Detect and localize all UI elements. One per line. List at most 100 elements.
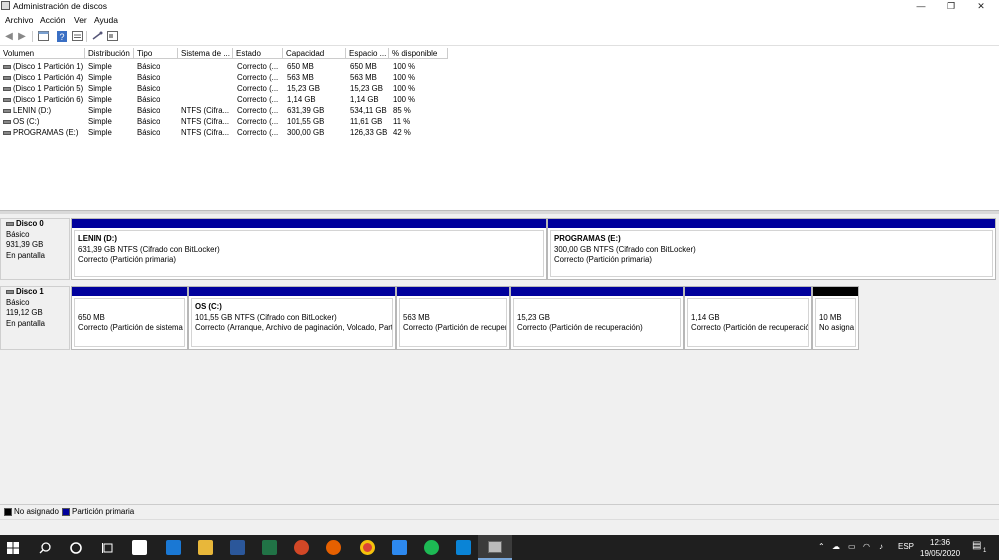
forward-icon[interactable]: ▶: [16, 30, 28, 42]
primary-partition-bar: [397, 287, 509, 296]
clock-date[interactable]: 19/05/2020: [920, 549, 960, 558]
onedrive-icon[interactable]: ☁: [832, 542, 840, 551]
partition-os-c[interactable]: OS (C:) 101,55 GB NTFS (Cifrado con BitL…: [188, 286, 396, 350]
volume-icon[interactable]: ♪: [879, 542, 883, 551]
list-view-icon[interactable]: [71, 30, 83, 42]
column-header-tipo[interactable]: Tipo: [134, 48, 178, 59]
network-icon[interactable]: ◠: [863, 542, 870, 551]
show-hidden-icons-icon[interactable]: ⌃: [818, 542, 825, 551]
cell-distribucion: Simple: [88, 106, 112, 115]
volume-name: OS (C:): [13, 117, 40, 126]
language-indicator[interactable]: ESP: [898, 542, 914, 551]
drive-icon: [3, 64, 11, 69]
menu-ayuda[interactable]: Ayuda: [94, 15, 118, 25]
column-header-espacio[interactable]: Espacio ...: [346, 48, 389, 59]
legend-primary-swatch: [62, 508, 70, 516]
windows-start-icon[interactable]: [2, 538, 24, 557]
word-icon[interactable]: [230, 540, 245, 555]
window-title: Administración de discos: [13, 1, 108, 11]
close-button[interactable]: ✕: [966, 0, 996, 13]
menu-ver[interactable]: Ver: [74, 15, 87, 25]
minimize-button[interactable]: —: [906, 0, 936, 13]
primary-partition-bar: [548, 219, 995, 228]
connect-icon[interactable]: [91, 30, 103, 42]
back-icon[interactable]: ◀: [3, 30, 15, 42]
cell-estado: Correcto (...: [237, 128, 279, 137]
volume-name: (Disco 1 Partición 6): [13, 95, 84, 104]
cell-espacio: 15,23 GB: [350, 84, 383, 93]
legend-primary-label: Partición primaria: [72, 507, 135, 516]
cell-distribucion: Simple: [88, 73, 112, 82]
clock-time[interactable]: 12:36: [930, 538, 950, 547]
column-header-sistema[interactable]: Sistema de ...: [178, 48, 233, 59]
spotify-icon[interactable]: [424, 540, 439, 555]
cell-distribucion: Simple: [88, 117, 112, 126]
properties-icon[interactable]: [37, 30, 49, 42]
cell-sistema: [181, 83, 231, 94]
search-icon[interactable]: [34, 538, 56, 557]
cell-disponible: 100 %: [393, 62, 416, 71]
toolbar-separator: [32, 31, 33, 42]
partition-disk1-1[interactable]: 650 MB Correcto (Partición de sistema: [71, 286, 188, 350]
help-icon[interactable]: ?: [56, 30, 68, 42]
column-header-volumen[interactable]: Volumen: [0, 48, 85, 59]
cell-tipo: Básico: [137, 106, 161, 115]
table-row[interactable]: (Disco 1 Partición 4) Simple Básico Corr…: [0, 72, 999, 83]
partition-size: 300,00 GB NTFS (Cifrado con BitLocker): [554, 244, 696, 254]
table-row[interactable]: (Disco 1 Partición 5) Simple Básico Corr…: [0, 83, 999, 94]
primary-partition-bar: [189, 287, 395, 296]
battery-icon[interactable]: ▭: [848, 542, 856, 551]
excel-icon[interactable]: [262, 540, 277, 555]
cell-estado: Correcto (...: [237, 73, 279, 82]
mail-icon[interactable]: [166, 540, 181, 555]
firefox-icon[interactable]: [326, 540, 341, 555]
partition-disk1-5[interactable]: 15,23 GB Correcto (Partición de recupera…: [510, 286, 684, 350]
chrome-icon[interactable]: [360, 540, 375, 555]
partition-details: 1,14 GB Correcto (Partición de recuperac…: [687, 298, 809, 347]
drive-icon: [3, 119, 11, 124]
table-row[interactable]: (Disco 1 Partición 6) Simple Básico Corr…: [0, 94, 999, 105]
microsoft-store-icon[interactable]: [132, 540, 147, 555]
app-icon[interactable]: [456, 540, 471, 555]
volume-name: PROGRAMAS (E:): [13, 128, 79, 137]
disk-0-name-row: Disco 0: [6, 219, 69, 230]
restore-button[interactable]: ❐: [936, 0, 966, 13]
partition-status: Correcto (Partición primaria): [78, 255, 176, 264]
table-row[interactable]: OS (C:) Simple Básico NTFS (Cifra... Cor…: [0, 116, 999, 127]
partition-disk1-6[interactable]: 1,14 GB Correcto (Partición de recuperac…: [684, 286, 812, 350]
unallocated-space[interactable]: 10 MB No asigna: [812, 286, 859, 350]
notifications-icon[interactable]: ▤: [972, 540, 981, 551]
menu-archivo[interactable]: Archivo: [5, 15, 33, 25]
cell-sistema: [181, 61, 231, 72]
column-header-capacidad[interactable]: Capacidad: [283, 48, 346, 59]
status-bar: [0, 519, 999, 536]
disk-view-icon[interactable]: [106, 30, 118, 42]
table-row[interactable]: (Disco 1 Partición 1) Simple Básico Corr…: [0, 61, 999, 72]
cell-capacidad: 563 MB: [287, 73, 314, 82]
column-header-estado[interactable]: Estado: [233, 48, 283, 59]
file-explorer-icon[interactable]: [198, 540, 213, 555]
disk-0-label[interactable]: Disco 0 Básico 931,39 GB En pantalla: [0, 218, 70, 280]
powerpoint-icon[interactable]: [294, 540, 309, 555]
cell-sistema: NTFS (Cifra...: [181, 106, 230, 115]
disk-1-size: 119,12 GB: [6, 308, 43, 317]
partition-programas-e[interactable]: PROGRAMAS (E:) 300,00 GB NTFS (Cifrado c…: [547, 218, 996, 280]
table-row[interactable]: PROGRAMAS (E:) Simple Básico NTFS (Cifra…: [0, 127, 999, 138]
unallocated-bar: [813, 287, 858, 296]
disk-icon: [6, 290, 14, 295]
menu-accion[interactable]: Acción: [40, 15, 66, 25]
cortana-icon[interactable]: [65, 538, 87, 557]
disk-0-name: Disco 0: [16, 219, 44, 228]
cell-espacio: 11,61 GB: [350, 117, 383, 126]
remote-app-icon[interactable]: [392, 540, 407, 555]
table-row[interactable]: LENIN (D:) Simple Básico NTFS (Cifra... …: [0, 105, 999, 116]
cell-capacidad: 15,23 GB: [287, 84, 320, 93]
partition-lenin-d[interactable]: LENIN (D:) 631,39 GB NTFS (Cifrado con B…: [71, 218, 547, 280]
column-header-disponible[interactable]: % disponible: [389, 48, 448, 59]
column-header-distribucion[interactable]: Distribución: [85, 48, 134, 59]
disk-1-label[interactable]: Disco 1 Básico 119,12 GB En pantalla: [0, 286, 70, 350]
partition-disk1-4[interactable]: 563 MB Correcto (Partición de recuper: [396, 286, 510, 350]
task-view-icon[interactable]: [97, 538, 119, 557]
disk-management-taskbar-button[interactable]: [478, 535, 512, 560]
cell-sistema: NTFS (Cifra...: [181, 128, 230, 137]
